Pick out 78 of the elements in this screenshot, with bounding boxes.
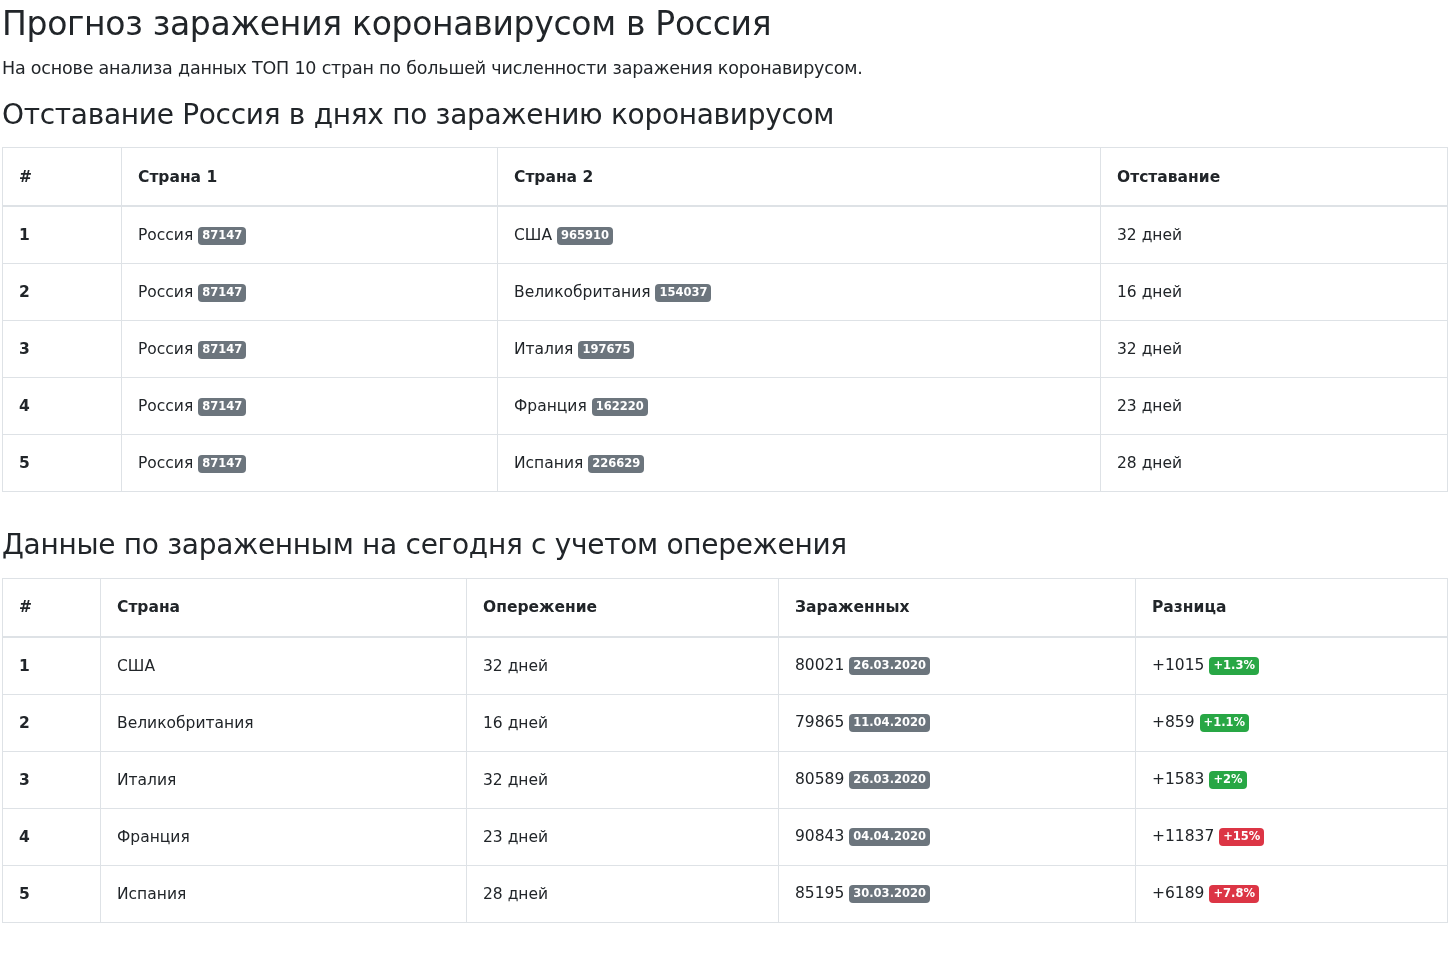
table-cell: 23 дней <box>1100 377 1448 435</box>
count-badge: 87147 <box>198 340 247 359</box>
row-number: 5 <box>2 865 101 923</box>
country-name: Франция <box>514 396 587 415</box>
row-number: 4 <box>2 808 101 866</box>
row-number: 5 <box>2 434 122 492</box>
infected-count: 80021 <box>795 656 845 675</box>
count-badge: 197675 <box>578 340 635 359</box>
country-name: США <box>514 225 552 244</box>
table-cell: США <box>100 636 467 695</box>
column-header: Страна 2 <box>497 147 1101 207</box>
date-badge: 26.03.2020 <box>849 771 930 790</box>
row-number: 2 <box>2 263 122 321</box>
country-name: Италия <box>514 339 574 358</box>
section-heading: Отставание Россия в днях по заражению коронавирусом <box>2 97 836 132</box>
country-name: Россия <box>138 282 194 301</box>
percent-badge: +7.8% <box>1209 885 1259 904</box>
table-cell: 32 дней <box>466 636 779 695</box>
count-badge: 965910 <box>556 226 613 245</box>
table-cell: 32 дней <box>1100 206 1448 264</box>
table-cell: Великобритания <box>100 694 467 752</box>
table-cell: 16 дней <box>466 694 779 752</box>
count-badge: 87147 <box>198 226 247 245</box>
table-cell: 28 дней <box>466 865 779 923</box>
count-badge: 154037 <box>655 283 712 302</box>
table-cell: 32 дней <box>1100 320 1448 378</box>
country-name: Россия <box>138 339 194 358</box>
count-badge: 226629 <box>588 454 645 473</box>
table-cell: 16 дней <box>1100 263 1448 321</box>
count-badge: 87147 <box>198 454 247 473</box>
table-cell: Испания <box>100 865 467 923</box>
date-badge: 30.03.2020 <box>849 885 930 904</box>
page-title: Прогноз заражения коронавирусом в Россия <box>2 4 773 44</box>
table-cell: 32 дней <box>466 751 779 809</box>
country-name: Испания <box>514 453 584 472</box>
date-badge: 11.04.2020 <box>849 714 930 733</box>
table-cell: 23 дней <box>466 808 779 866</box>
column-header: Опережение <box>466 578 779 637</box>
table-cell: Франция <box>100 808 467 866</box>
percent-badge: +1.3% <box>1209 657 1259 676</box>
table-cell: Италия <box>100 751 467 809</box>
date-badge: 26.03.2020 <box>849 657 930 676</box>
row-number: 4 <box>2 377 122 435</box>
count-badge: 162220 <box>591 397 648 416</box>
column-header: Страна 1 <box>121 147 498 207</box>
count-badge: 87147 <box>198 283 247 302</box>
column-header: # <box>2 147 122 207</box>
row-number: 1 <box>2 206 122 264</box>
country-name: Россия <box>138 453 194 472</box>
column-header: # <box>2 578 101 637</box>
difference-value: +6189 <box>1152 884 1205 903</box>
row-number: 2 <box>2 694 101 752</box>
difference-value: +11837 <box>1152 827 1215 846</box>
row-number: 3 <box>2 751 101 809</box>
difference-value: +1015 <box>1152 656 1205 675</box>
count-badge: 87147 <box>198 397 247 416</box>
date-badge: 04.04.2020 <box>849 828 930 847</box>
difference-value: +1583 <box>1152 770 1205 789</box>
difference-value: +859 <box>1152 713 1195 732</box>
section-heading: Данные по зараженным на сегодня с учетом опережения <box>2 528 848 562</box>
infected-count: 79865 <box>795 713 845 732</box>
column-header: Разница <box>1135 578 1448 637</box>
infected-count: 85195 <box>795 884 845 903</box>
country-name: Россия <box>138 396 194 415</box>
infected-count: 90843 <box>795 827 845 846</box>
row-number: 3 <box>2 320 122 378</box>
percent-badge: +15% <box>1219 828 1265 847</box>
country-name: Россия <box>138 225 194 244</box>
page-subtitle: На основе анализа данных ТОП 10 стран по большей численности заражения коронавирусом. <box>2 57 864 78</box>
column-header: Отставание <box>1100 147 1448 207</box>
infected-count: 80589 <box>795 770 845 789</box>
column-header: Зараженных <box>778 578 1136 637</box>
country-name: Великобритания <box>514 282 651 301</box>
column-header: Страна <box>100 578 467 637</box>
percent-badge: +2% <box>1209 771 1247 790</box>
row-number: 1 <box>2 636 101 695</box>
percent-badge: +1.1% <box>1199 714 1250 733</box>
table-cell: 28 дней <box>1100 434 1448 492</box>
